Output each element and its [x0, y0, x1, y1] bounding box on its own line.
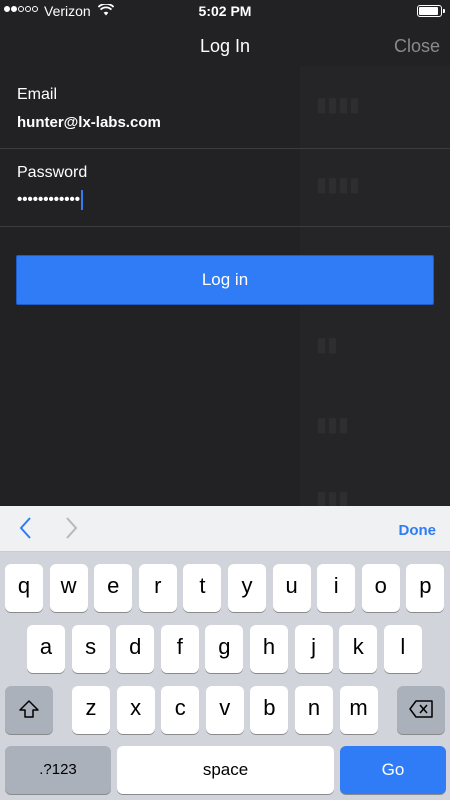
password-input[interactable]: ••••••••••••	[17, 190, 84, 210]
email-input[interactable]: hunter@lx-labs.com	[17, 114, 161, 131]
nav-bar: Log In Close	[0, 22, 450, 66]
previous-field-chevron-left-icon[interactable]	[18, 515, 32, 545]
backspace-key[interactable]	[397, 686, 445, 734]
key-s[interactable]: s	[71, 625, 110, 673]
key-d[interactable]: d	[116, 625, 155, 673]
key-h[interactable]: h	[250, 625, 288, 673]
key-c[interactable]: c	[161, 686, 200, 734]
key-u[interactable]: u	[272, 564, 311, 612]
battery-icon	[417, 5, 445, 17]
key-e[interactable]: e	[94, 564, 133, 612]
background-list-item: ▮▮▮	[316, 414, 350, 436]
status-time: 5:02 PM	[198, 3, 252, 19]
key-i[interactable]: i	[317, 564, 356, 612]
password-mask: ••••••••••••	[17, 190, 81, 208]
text-cursor	[81, 190, 84, 210]
go-key[interactable]: Go	[340, 746, 446, 794]
done-button[interactable]: Done	[399, 522, 437, 539]
key-j[interactable]: j	[294, 625, 333, 673]
key-q[interactable]: q	[5, 564, 43, 612]
key-v[interactable]: v	[205, 686, 244, 734]
key-k[interactable]: k	[339, 625, 378, 673]
page-title: Log In	[199, 36, 251, 56]
password-label: Password	[17, 164, 88, 181]
key-b[interactable]: b	[250, 686, 289, 734]
key-t[interactable]: t	[183, 564, 222, 612]
key-f[interactable]: f	[160, 625, 199, 673]
space-key[interactable]: space	[117, 746, 334, 794]
battery-level	[419, 7, 438, 15]
key-g[interactable]: g	[205, 625, 244, 673]
key-r[interactable]: r	[138, 564, 177, 612]
keyboard-accessory-bar: Done	[0, 506, 450, 552]
background-list-item: ▮▮	[316, 334, 339, 356]
key-m[interactable]: m	[339, 686, 378, 734]
email-field[interactable]: Email hunter@lx-labs.com	[0, 68, 450, 146]
password-field[interactable]: Password ••••••••••••	[0, 146, 450, 224]
shift-arrow-icon	[19, 700, 39, 718]
key-n[interactable]: n	[295, 686, 333, 734]
close-button[interactable]: Close	[394, 36, 440, 57]
key-y[interactable]: y	[228, 564, 266, 612]
key-w[interactable]: w	[49, 564, 88, 612]
key-a[interactable]: a	[27, 625, 65, 673]
divider	[0, 226, 450, 227]
shift-key[interactable]	[5, 686, 53, 734]
key-o[interactable]: o	[361, 564, 400, 612]
backspace-icon	[409, 700, 433, 718]
login-button[interactable]: Log in	[16, 255, 434, 305]
key-x[interactable]: x	[116, 686, 155, 734]
status-bar: Verizon 5:02 PM	[0, 0, 450, 22]
next-field-chevron-right-icon[interactable]	[64, 515, 78, 545]
email-label: Email	[17, 86, 58, 103]
key-p[interactable]: p	[406, 564, 445, 612]
keyboard: Done qwertyuiop asdfghjkl zxcvbnm .?123 …	[0, 506, 450, 800]
key-z[interactable]: z	[72, 686, 110, 734]
key-l[interactable]: l	[383, 625, 422, 673]
numbers-key[interactable]: .?123	[5, 746, 111, 794]
